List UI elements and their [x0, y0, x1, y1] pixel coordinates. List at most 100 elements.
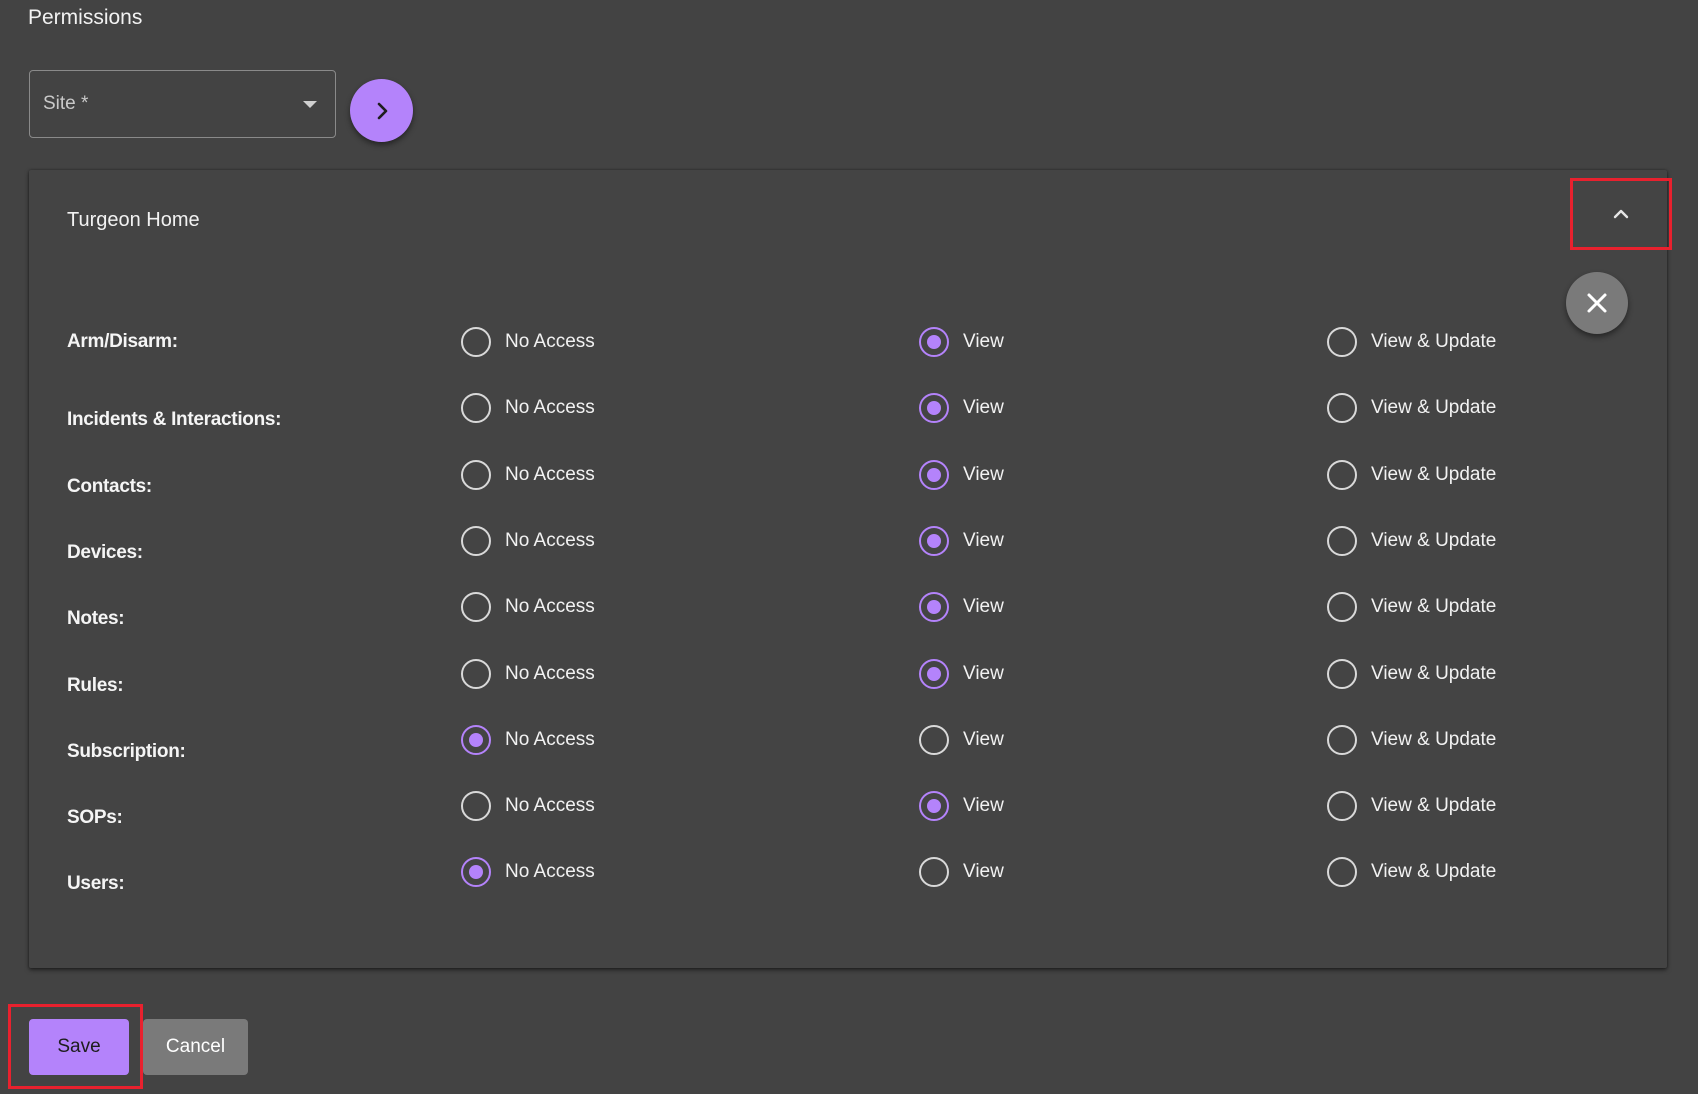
radio-unchecked-icon[interactable]	[461, 525, 491, 556]
option-label: View & Update	[1371, 331, 1497, 352]
permission-option[interactable]: View	[919, 855, 1004, 889]
add-site-button[interactable]	[350, 79, 413, 142]
radio-unchecked-icon[interactable]	[1327, 393, 1357, 424]
site-permissions-card: Turgeon Home Arm/Disarm: No Access View Vie…	[29, 170, 1672, 968]
option-label: View	[963, 463, 1004, 485]
radio-checked-icon[interactable]	[919, 592, 949, 623]
radio-checked-icon[interactable]	[919, 525, 949, 556]
permission-option[interactable]: No Access	[461, 458, 595, 492]
permission-option[interactable]: View & Update	[1327, 524, 1496, 558]
option-label: No Access	[505, 463, 595, 485]
option-label: View & Update	[1371, 662, 1497, 684]
radio-unchecked-icon[interactable]	[461, 327, 491, 357]
permission-label: Notes:	[67, 608, 125, 630]
option-label: View	[963, 795, 1004, 817]
permission-label: Incidents & Interactions:	[67, 409, 282, 431]
permission-option[interactable]: No Access	[461, 855, 595, 889]
permission-label: Arm/Disarm:	[67, 331, 178, 352]
permission-row: SOPs: No Access View View & Update	[29, 789, 1667, 849]
radio-unchecked-icon[interactable]	[1327, 327, 1357, 357]
radio-checked-icon[interactable]	[919, 791, 949, 822]
radio-dot-icon	[927, 533, 941, 548]
radio-checked-icon[interactable]	[461, 724, 491, 755]
option-label: View & Update	[1371, 795, 1497, 817]
radio-unchecked-icon[interactable]	[461, 393, 491, 424]
permission-row: Contacts: No Access View View & Update	[29, 458, 1667, 518]
cancel-button[interactable]: Cancel	[143, 1019, 248, 1075]
permission-option[interactable]: No Access	[461, 391, 595, 425]
radio-unchecked-icon[interactable]	[1327, 592, 1357, 623]
option-label: View	[963, 861, 1004, 883]
permission-row: Incidents & Interactions: No Access View Vi…	[29, 391, 1667, 451]
permission-option[interactable]: No Access	[461, 524, 595, 558]
permission-option[interactable]: View & Update	[1327, 590, 1496, 624]
permission-option[interactable]: No Access	[461, 789, 595, 823]
option-label: No Access	[505, 331, 595, 352]
permission-option[interactable]: No Access	[461, 723, 595, 757]
permission-option[interactable]: View	[919, 391, 1004, 425]
site-select[interactable]: Site *	[29, 70, 336, 138]
permission-row: Arm/Disarm: No Access View View & Update	[29, 325, 1667, 385]
permission-option[interactable]: View & Update	[1327, 325, 1496, 359]
permission-row: Rules: No Access View View & Update	[29, 657, 1667, 717]
section-title: Permissions	[28, 6, 143, 29]
option-label: No Access	[505, 529, 595, 551]
permission-option[interactable]: View & Update	[1327, 391, 1496, 425]
radio-dot-icon	[927, 799, 941, 814]
option-label: View	[963, 728, 1004, 750]
radio-unchecked-icon[interactable]	[1327, 791, 1357, 822]
permission-option[interactable]: View & Update	[1327, 855, 1496, 889]
collapse-button[interactable]	[1570, 178, 1672, 250]
option-label: No Access	[505, 861, 595, 883]
radio-unchecked-icon[interactable]	[919, 857, 949, 888]
permission-row: Devices: No Access View View & Update	[29, 524, 1667, 584]
option-label: View	[963, 662, 1004, 684]
radio-unchecked-icon[interactable]	[461, 459, 491, 490]
save-button[interactable]: Save	[29, 1019, 129, 1075]
permission-label: Users:	[67, 873, 125, 895]
radio-unchecked-icon[interactable]	[919, 724, 949, 755]
radio-checked-icon[interactable]	[919, 393, 949, 424]
radio-unchecked-icon[interactable]	[1327, 857, 1357, 888]
permission-option[interactable]: View	[919, 590, 1004, 624]
permission-label: Rules:	[67, 674, 124, 696]
radio-unchecked-icon[interactable]	[1327, 525, 1357, 556]
radio-unchecked-icon[interactable]	[1327, 658, 1357, 689]
permission-option[interactable]: View & Update	[1327, 458, 1496, 492]
radio-unchecked-icon[interactable]	[461, 791, 491, 822]
permission-option[interactable]: View	[919, 325, 1004, 359]
option-label: View & Update	[1371, 728, 1497, 750]
radio-checked-icon[interactable]	[461, 857, 491, 888]
permission-option[interactable]: View	[919, 723, 1004, 757]
radio-checked-icon[interactable]	[919, 327, 949, 357]
permission-option[interactable]: View	[919, 458, 1004, 492]
radio-dot-icon	[927, 401, 941, 416]
option-label: View	[963, 331, 1004, 352]
radio-checked-icon[interactable]	[919, 459, 949, 490]
permission-option[interactable]: View & Update	[1327, 657, 1496, 691]
option-label: View & Update	[1371, 596, 1497, 618]
permission-option[interactable]: View	[919, 657, 1004, 691]
radio-dot-icon	[927, 666, 941, 681]
permission-option[interactable]: View & Update	[1327, 789, 1496, 823]
permission-option[interactable]: No Access	[461, 325, 595, 359]
radio-checked-icon[interactable]	[919, 658, 949, 689]
permission-option[interactable]: View	[919, 524, 1004, 558]
radio-unchecked-icon[interactable]	[461, 658, 491, 689]
site-name: Turgeon Home	[67, 209, 200, 231]
permission-option[interactable]: View & Update	[1327, 723, 1496, 757]
permission-row: Notes: No Access View View & Update	[29, 590, 1667, 650]
permission-option[interactable]: View	[919, 789, 1004, 823]
caret-down-icon	[303, 100, 317, 108]
chevron-up-icon	[1613, 209, 1629, 219]
option-label: View & Update	[1371, 529, 1497, 551]
permission-option[interactable]: No Access	[461, 657, 595, 691]
option-label: No Access	[505, 728, 595, 750]
option-label: View & Update	[1371, 397, 1497, 419]
option-label: No Access	[505, 662, 595, 684]
permission-option[interactable]: No Access	[461, 590, 595, 624]
radio-unchecked-icon[interactable]	[461, 592, 491, 623]
radio-unchecked-icon[interactable]	[1327, 459, 1357, 490]
permission-row: Users: No Access View View & Update	[29, 855, 1667, 915]
radio-unchecked-icon[interactable]	[1327, 724, 1357, 755]
